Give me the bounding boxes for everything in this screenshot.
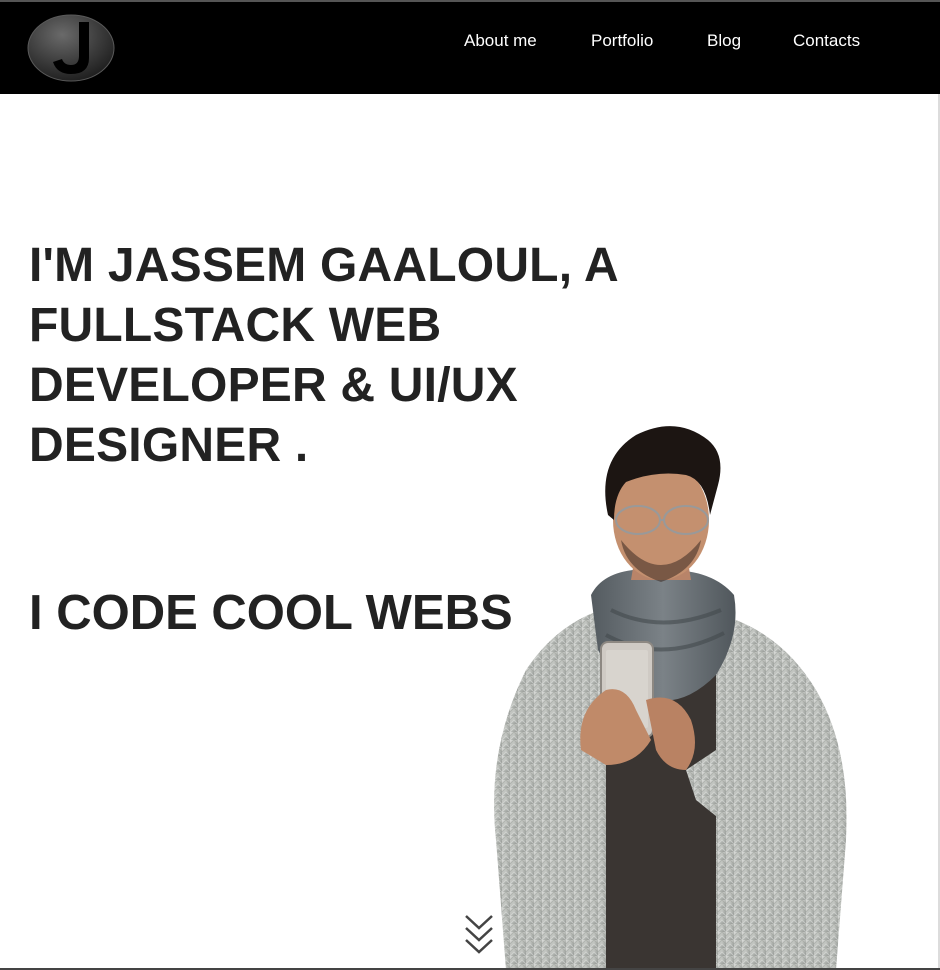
nav-contacts[interactable]: Contacts <box>793 30 860 52</box>
page: About me Portfolio Blog Contacts I'M JAS… <box>0 0 940 970</box>
nav-about-me[interactable]: About me <box>464 30 537 52</box>
hero-tagline: I CODE COOL WEBS <box>29 586 513 640</box>
nav-portfolio[interactable]: Portfolio <box>591 30 653 52</box>
chevron-double-down-icon[interactable] <box>463 912 495 954</box>
nav-links: About me Portfolio Blog Contacts <box>0 30 940 54</box>
nav-blog[interactable]: Blog <box>707 30 741 52</box>
navbar: About me Portfolio Blog Contacts <box>0 2 940 94</box>
person-portrait-icon <box>494 426 847 970</box>
